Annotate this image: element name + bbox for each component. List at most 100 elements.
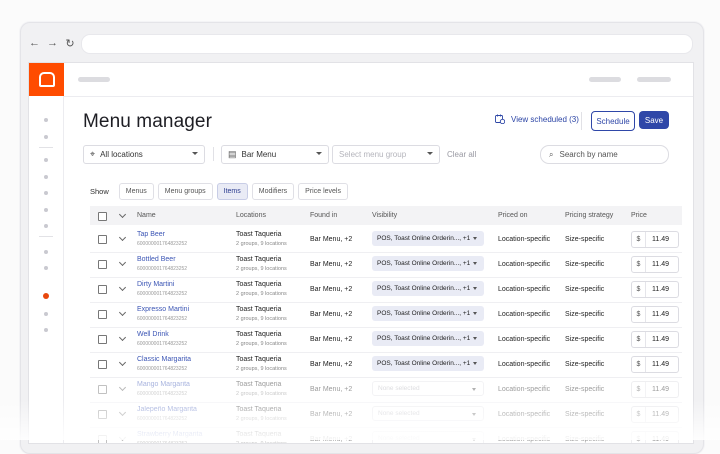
price-input[interactable]: $11.49: [631, 256, 679, 273]
item-name-link[interactable]: Well Drink: [137, 331, 169, 338]
schedule-button[interactable]: Schedule: [591, 111, 635, 131]
currency-symbol: $: [632, 282, 646, 297]
item-priced-on: Location-specific: [498, 261, 551, 268]
topbar-placeholder[interactable]: [589, 77, 621, 82]
item-pricing-strategy: Size-specific: [565, 336, 605, 343]
visibility-select[interactable]: POS, Toast Online Orderin..., +1: [372, 306, 484, 321]
forward-arrow-icon[interactable]: →: [47, 37, 58, 50]
row-checkbox[interactable]: [98, 310, 107, 319]
item-name-link[interactable]: Dirty Martini: [137, 281, 174, 288]
menu-group-placeholder: Select menu group: [339, 150, 407, 159]
sidebar-nav-item[interactable]: [44, 158, 48, 162]
header-locations[interactable]: Locations: [236, 212, 266, 219]
visibility-select[interactable]: POS, Toast Online Orderin..., +1: [372, 256, 484, 271]
sidebar-nav-item[interactable]: [44, 118, 48, 122]
visibility-select[interactable]: POS, Toast Online Orderin..., +1: [372, 356, 484, 371]
tab-menus[interactable]: Menus: [118, 183, 154, 200]
expand-row-chevron-icon[interactable]: [118, 383, 127, 392]
table-row[interactable]: Classic Margarita 600000001764823252 Toast…: [90, 352, 682, 378]
menu-select[interactable]: ▤ Bar Menu: [221, 145, 329, 164]
table-row[interactable]: Well Drink 600000001764823252 Toast Taquer…: [90, 327, 682, 353]
item-name-link[interactable]: Tap Beer: [137, 231, 165, 238]
sidebar-nav-item[interactable]: [44, 175, 48, 179]
visibility-value: POS, Toast Online Orderin..., +1: [377, 285, 471, 292]
topbar-placeholder[interactable]: [637, 77, 671, 82]
clear-all-link[interactable]: Clear all: [447, 150, 476, 159]
sidebar-nav-item[interactable]: [44, 191, 48, 195]
price-input[interactable]: $11.49: [631, 306, 679, 323]
table-row[interactable]: Bottled Beer 600000001764823252 Toast Taqu…: [90, 252, 682, 278]
item-name-link[interactable]: Classic Margarita: [137, 356, 191, 363]
address-bar[interactable]: [81, 34, 693, 54]
header-found-in[interactable]: Found in: [310, 212, 337, 219]
back-arrow-icon[interactable]: ←: [29, 37, 40, 50]
sidebar-nav-item[interactable]: [44, 250, 48, 254]
visibility-select[interactable]: POS, Toast Online Orderin..., +1: [372, 231, 484, 246]
item-found-in: Bar Menu, +2: [310, 236, 353, 243]
select-all-checkbox[interactable]: [98, 212, 107, 221]
location-pin-icon: ⌖: [90, 149, 96, 159]
row-checkbox[interactable]: [98, 360, 107, 369]
price-input[interactable]: $11.49: [631, 356, 679, 373]
header-pricing-strategy[interactable]: Pricing strategy: [565, 212, 613, 219]
item-name-link[interactable]: Mango Margarita: [137, 381, 190, 388]
sidebar-nav-item[interactable]: [44, 328, 48, 332]
expand-row-chevron-icon[interactable]: [118, 333, 127, 342]
tab-price-levels[interactable]: Price levels: [298, 183, 348, 200]
row-checkbox[interactable]: [98, 285, 107, 294]
toast-logo-icon[interactable]: [29, 63, 64, 96]
item-sku: 600000001764823252: [137, 441, 188, 444]
row-checkbox[interactable]: [98, 260, 107, 269]
header-name[interactable]: Name: [137, 212, 156, 219]
table-row[interactable]: Expresso Martini 600000001764823252 Toast …: [90, 302, 682, 328]
tab-items[interactable]: Items: [216, 183, 248, 200]
sidebar-nav-item[interactable]: [44, 135, 48, 139]
price-input[interactable]: $11.49: [631, 231, 679, 248]
header-priced-on[interactable]: Priced on: [498, 212, 528, 219]
search-icon: ⌕: [549, 149, 554, 159]
expand-row-chevron-icon[interactable]: [118, 233, 127, 242]
visibility-value: POS, Toast Online Orderin..., +1: [377, 335, 471, 342]
sidebar-nav-item[interactable]: [44, 208, 48, 212]
price-input[interactable]: $11.49: [631, 381, 679, 398]
price-input[interactable]: $11.49: [631, 331, 679, 348]
table-row[interactable]: Dirty Martini 600000001764823252 Toast Taq…: [90, 277, 682, 303]
visibility-select[interactable]: POS, Toast Online Orderin..., +1: [372, 281, 484, 296]
row-checkbox[interactable]: [98, 385, 107, 394]
save-button[interactable]: Save: [639, 111, 669, 129]
tab-modifiers[interactable]: Modifiers: [251, 183, 295, 200]
item-location-detail: 2 groups, 9 locations: [236, 291, 287, 297]
tab-menu-groups[interactable]: Menu groups: [157, 183, 213, 200]
sidebar: [29, 63, 64, 443]
header-price[interactable]: Price: [631, 212, 647, 219]
item-location-detail: 2 groups, 9 locations: [236, 316, 287, 322]
expand-row-chevron-icon[interactable]: [118, 258, 127, 267]
show-tabs: Show Menus Menu groups Items Modifiers P…: [90, 183, 348, 200]
item-priced-on: Location-specific: [498, 286, 551, 293]
item-name-link[interactable]: Expresso Martini: [137, 306, 189, 313]
currency-symbol: $: [632, 357, 646, 372]
table-row[interactable]: Tap Beer 600000001764823252 Toast Taqueria…: [90, 227, 682, 253]
price-input[interactable]: $11.49: [631, 281, 679, 298]
reload-icon[interactable]: ↻: [65, 37, 75, 50]
visibility-select[interactable]: POS, Toast Online Orderin..., +1: [372, 331, 484, 346]
view-scheduled-button[interactable]: View scheduled (3): [495, 114, 579, 124]
menu-group-select[interactable]: Select menu group: [332, 145, 440, 164]
search-input[interactable]: ⌕ Search by name: [540, 145, 669, 164]
expand-row-chevron-icon[interactable]: [118, 283, 127, 292]
row-checkbox[interactable]: [98, 335, 107, 344]
item-location: Toast Taqueria: [236, 381, 282, 388]
locations-select[interactable]: ⌖ All locations: [83, 145, 205, 164]
expand-row-chevron-icon[interactable]: [118, 308, 127, 317]
sidebar-nav-item[interactable]: [44, 224, 48, 228]
header-divider: [581, 112, 582, 130]
expand-row-chevron-icon[interactable]: [118, 358, 127, 367]
sidebar-nav-item[interactable]: [44, 312, 48, 316]
visibility-select[interactable]: None selected: [372, 381, 484, 396]
sidebar-nav-item[interactable]: [44, 266, 48, 270]
item-name-link[interactable]: Bottled Beer: [137, 256, 176, 263]
sidebar-nav-item-active[interactable]: [43, 293, 49, 299]
row-checkbox[interactable]: [98, 235, 107, 244]
expand-all-chevron-icon[interactable]: [118, 210, 127, 219]
header-visibility[interactable]: Visibility: [372, 212, 397, 219]
